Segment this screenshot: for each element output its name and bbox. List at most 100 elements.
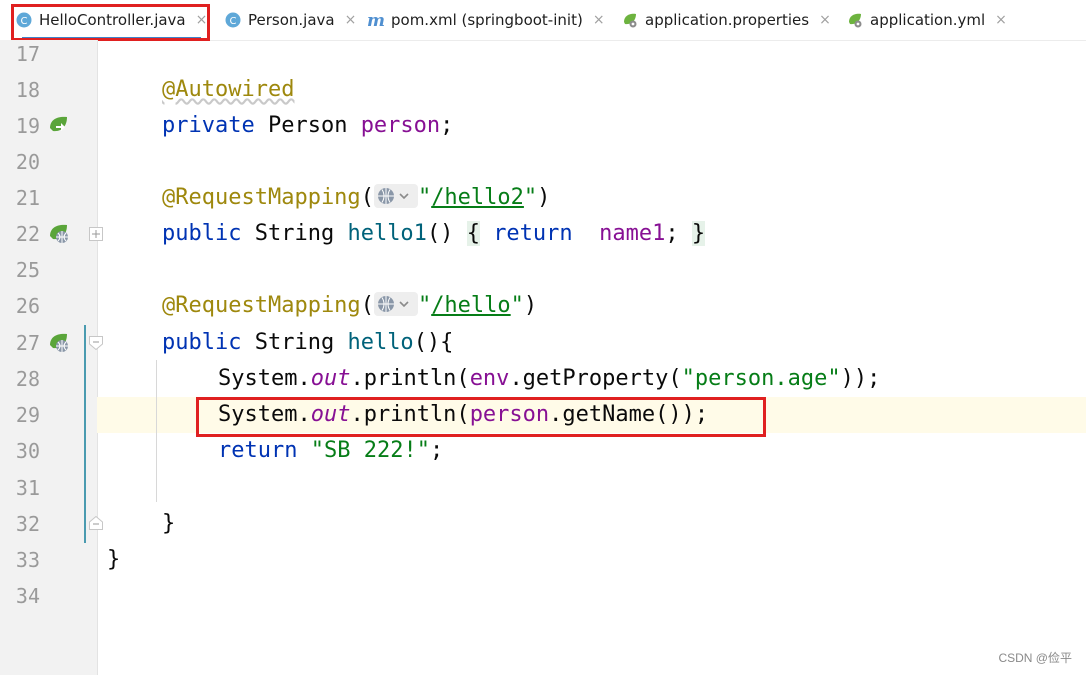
code-line-33: } — [107, 542, 120, 578]
method-name: hello — [347, 330, 414, 355]
string-literal: "person.age" — [681, 366, 841, 391]
svg-text:C: C — [21, 16, 28, 27]
code-line-28: System.out.println(env.getProperty("pers… — [218, 361, 880, 397]
svg-text:C: C — [230, 16, 237, 27]
field-name: env — [469, 366, 510, 391]
line-number: 32 — [15, 512, 40, 536]
tab-label: HelloController.java — [39, 11, 186, 29]
keyword: public — [162, 330, 242, 355]
method-call: .getName()); — [549, 402, 709, 427]
keyword: private — [162, 113, 255, 138]
punctuation: )); — [840, 366, 881, 391]
close-icon[interactable]: × — [593, 12, 605, 28]
tab-pom-xml[interactable]: m pom.xml (springboot-init) × — [368, 0, 605, 40]
closing-brace: } — [162, 511, 176, 536]
line-number: 31 — [15, 476, 40, 500]
spring-config-icon — [624, 13, 637, 28]
keyword: public — [162, 221, 242, 246]
change-marker — [84, 325, 86, 543]
method-call: .println( — [350, 366, 470, 391]
tab-label: pom.xml (springboot-init) — [391, 11, 583, 29]
string-quote: " — [417, 293, 432, 318]
svg-text:m: m — [368, 12, 384, 28]
closing-brace: } — [107, 547, 121, 572]
line-number: 30 — [15, 439, 40, 463]
string-quote: " — [523, 185, 538, 210]
code-editor[interactable]: @Autowired private Person person; @Reque… — [84, 40, 1086, 675]
code-line-29: System.out.println(person.getName()); — [218, 397, 708, 433]
request-mapping-icon[interactable] — [48, 331, 70, 353]
url-inlay-hint[interactable] — [373, 184, 418, 208]
tab-person[interactable]: C Person.java × — [225, 0, 356, 40]
url-inlay-hint[interactable] — [373, 292, 418, 316]
code-line-26: @RequestMapping("/hello") — [162, 288, 537, 324]
punctuation: () — [426, 221, 454, 246]
static-field: out — [310, 366, 351, 391]
line-number: 34 — [15, 584, 40, 608]
url-path[interactable]: /hello — [431, 293, 510, 318]
line-number: 26 — [15, 294, 40, 318]
close-icon[interactable]: × — [995, 12, 1007, 28]
punctuation: (){ — [413, 330, 454, 355]
punctuation: ; — [665, 221, 679, 246]
keyword: return — [493, 221, 573, 246]
punctuation: ; — [440, 113, 454, 138]
folded-brace-close[interactable]: } — [691, 221, 706, 246]
tab-hello-controller[interactable]: C HelloController.java × — [16, 0, 207, 40]
punctuation: ( — [360, 293, 374, 318]
maven-icon: m — [368, 12, 384, 28]
java-class-icon: C — [225, 12, 241, 28]
line-number: 33 — [15, 548, 40, 572]
line-number: 25 — [15, 258, 40, 282]
type-name: String — [241, 330, 348, 355]
method-call: .getProperty( — [509, 366, 682, 391]
method-call: .println( — [350, 402, 470, 427]
code-line-32: } — [162, 506, 175, 542]
line-number: 17 — [15, 42, 40, 66]
string-quote: " — [417, 185, 432, 210]
tab-application-yml[interactable]: application.yml × — [847, 0, 1007, 40]
type-name: Person — [254, 113, 361, 138]
annotation: @Autowired — [162, 77, 295, 102]
line-number: 28 — [15, 367, 40, 391]
autowired-bean-icon[interactable] — [48, 114, 70, 136]
static-field: out — [310, 402, 351, 427]
spring-config-icon — [849, 13, 862, 28]
line-number: 20 — [15, 150, 40, 174]
url-path[interactable]: /hello2 — [431, 185, 524, 210]
code-line-19: private Person person; — [162, 108, 453, 144]
punctuation: ) — [537, 185, 551, 210]
field-name: name1 — [599, 221, 666, 246]
field-name: person — [360, 113, 441, 138]
folded-brace-open[interactable]: { — [466, 221, 480, 246]
tab-label: Person.java — [248, 11, 335, 29]
string-literal: "SB 222!" — [310, 438, 430, 463]
method-name: hello1 — [347, 221, 427, 246]
tab-application-properties[interactable]: application.properties × — [622, 0, 831, 40]
punctuation: ) — [523, 293, 538, 318]
class-ref: System. — [218, 402, 311, 427]
type-name: String — [241, 221, 348, 246]
line-number: 18 — [15, 78, 40, 102]
globe-icon — [377, 296, 409, 312]
editor-tab-bar: C HelloController.java × C Person.java ×… — [0, 0, 1086, 41]
code-line-18: @Autowired — [162, 72, 294, 108]
code-line-22: public String hello1() { return name1; } — [162, 216, 706, 252]
close-icon[interactable]: × — [819, 12, 831, 28]
java-class-icon: C — [16, 12, 32, 28]
request-mapping-icon[interactable] — [48, 222, 70, 244]
line-number: 19 — [15, 114, 40, 138]
indent-guide — [156, 360, 157, 502]
line-number: 22 — [15, 222, 40, 246]
tab-label: application.yml — [870, 11, 986, 29]
close-icon[interactable]: × — [196, 12, 208, 28]
field-name: person — [469, 402, 550, 427]
annotation: @RequestMapping — [162, 185, 361, 210]
code-line-30: return "SB 222!"; — [218, 433, 443, 469]
watermark: CSDN @俭平 — [998, 651, 1072, 665]
code-line-27: public String hello(){ — [162, 325, 453, 361]
class-ref: System. — [218, 366, 311, 391]
punctuation: ( — [360, 185, 374, 210]
line-number: 27 — [15, 331, 40, 355]
close-icon[interactable]: × — [345, 12, 357, 28]
